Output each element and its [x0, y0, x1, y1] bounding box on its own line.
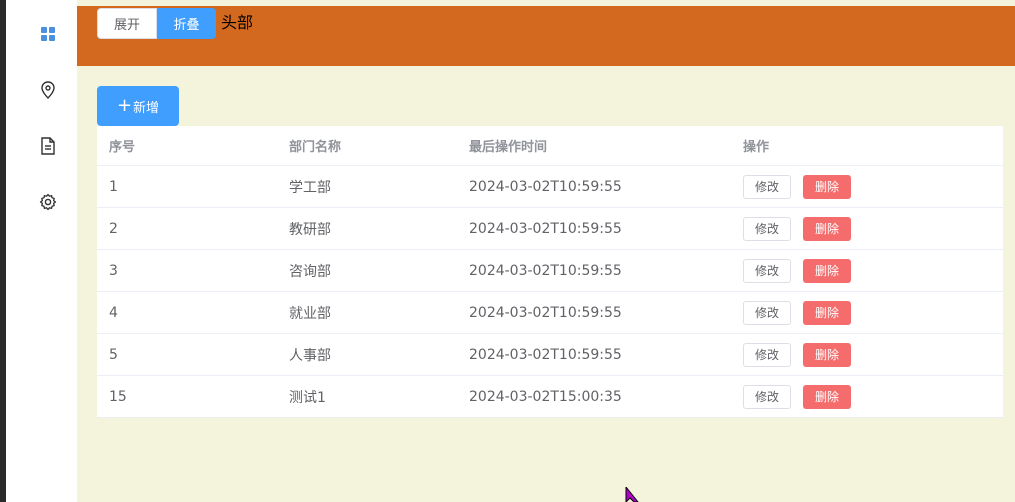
sidebar [6, 0, 77, 502]
row-id: 4 [109, 304, 118, 321]
delete-button[interactable]: 删除 [803, 300, 851, 325]
table-row: 3 咨询部 2024-03-02T10:59:55 修改 删除 [97, 250, 1003, 292]
row-actions: 修改 删除 [731, 300, 1003, 325]
table-row: 15 测试1 2024-03-02T15:00:35 修改 删除 [97, 376, 1003, 418]
table-row: 4 就业部 2024-03-02T10:59:55 修改 删除 [97, 292, 1003, 334]
edit-button[interactable]: 修改 [743, 384, 791, 409]
column-header-actions: 操作 [743, 140, 770, 155]
row-id: 1 [109, 178, 118, 195]
column-header-updated: 最后操作时间 [469, 140, 548, 155]
row-name: 测试1 [289, 389, 326, 406]
location-pin-icon[interactable] [38, 80, 58, 100]
add-department-button[interactable]: + 新增 [97, 86, 179, 126]
row-updated: 2024-03-02T10:59:55 [469, 262, 622, 279]
department-table: 序号 部门名称 最后操作时间 操作 1 学工部 2024-03-02T10:59… [97, 126, 1003, 418]
row-updated: 2024-03-02T10:59:55 [469, 346, 622, 363]
row-id: 2 [109, 220, 118, 237]
table-header-row: 序号 部门名称 最后操作时间 操作 [97, 126, 1003, 166]
fold-button[interactable]: 折叠 [157, 8, 216, 39]
main-content: 展开 折叠 头部 + 新增 序号 部门名称 最后操作时间 操作 1 学工部 20… [77, 0, 1015, 502]
row-updated: 2024-03-02T15:00:35 [469, 388, 622, 405]
edit-button[interactable]: 修改 [743, 258, 791, 283]
table-row: 2 教研部 2024-03-02T10:59:55 修改 删除 [97, 208, 1003, 250]
row-updated: 2024-03-02T10:59:55 [469, 304, 622, 321]
row-name: 人事部 [289, 347, 331, 364]
column-header-id: 序号 [109, 140, 136, 155]
row-actions: 修改 删除 [731, 384, 1003, 409]
delete-button[interactable]: 删除 [803, 384, 851, 409]
edit-button[interactable]: 修改 [743, 174, 791, 199]
delete-button[interactable]: 删除 [803, 342, 851, 367]
edit-button[interactable]: 修改 [743, 342, 791, 367]
row-actions: 修改 删除 [731, 174, 1003, 199]
header-bar: 展开 折叠 头部 [77, 6, 1015, 66]
plus-icon: + [116, 95, 133, 116]
edit-button[interactable]: 修改 [743, 300, 791, 325]
table-row: 5 人事部 2024-03-02T10:59:55 修改 删除 [97, 334, 1003, 376]
row-actions: 修改 删除 [731, 216, 1003, 241]
delete-button[interactable]: 删除 [803, 216, 851, 241]
column-header-name: 部门名称 [289, 140, 342, 155]
sidebar-toggle-group: 展开 折叠 [97, 8, 216, 39]
row-name: 教研部 [289, 221, 331, 238]
row-id: 5 [109, 346, 118, 363]
table-row: 1 学工部 2024-03-02T10:59:55 修改 删除 [97, 166, 1003, 208]
row-name: 就业部 [289, 305, 331, 322]
delete-button[interactable]: 删除 [803, 258, 851, 283]
row-actions: 修改 删除 [731, 258, 1003, 283]
gear-icon[interactable] [38, 192, 58, 212]
row-id: 15 [109, 388, 127, 405]
edit-button[interactable]: 修改 [743, 216, 791, 241]
delete-button[interactable]: 删除 [803, 174, 851, 199]
mouse-cursor-icon [625, 487, 639, 502]
grid-icon[interactable] [38, 24, 58, 44]
expand-button[interactable]: 展开 [97, 8, 157, 39]
document-icon[interactable] [38, 136, 58, 156]
row-id: 3 [109, 262, 118, 279]
row-name: 学工部 [289, 179, 331, 196]
header-title: 头部 [221, 13, 254, 32]
add-button-label: 新增 [133, 100, 160, 116]
row-updated: 2024-03-02T10:59:55 [469, 178, 622, 195]
row-updated: 2024-03-02T10:59:55 [469, 220, 622, 237]
row-name: 咨询部 [289, 263, 331, 280]
row-actions: 修改 删除 [731, 342, 1003, 367]
